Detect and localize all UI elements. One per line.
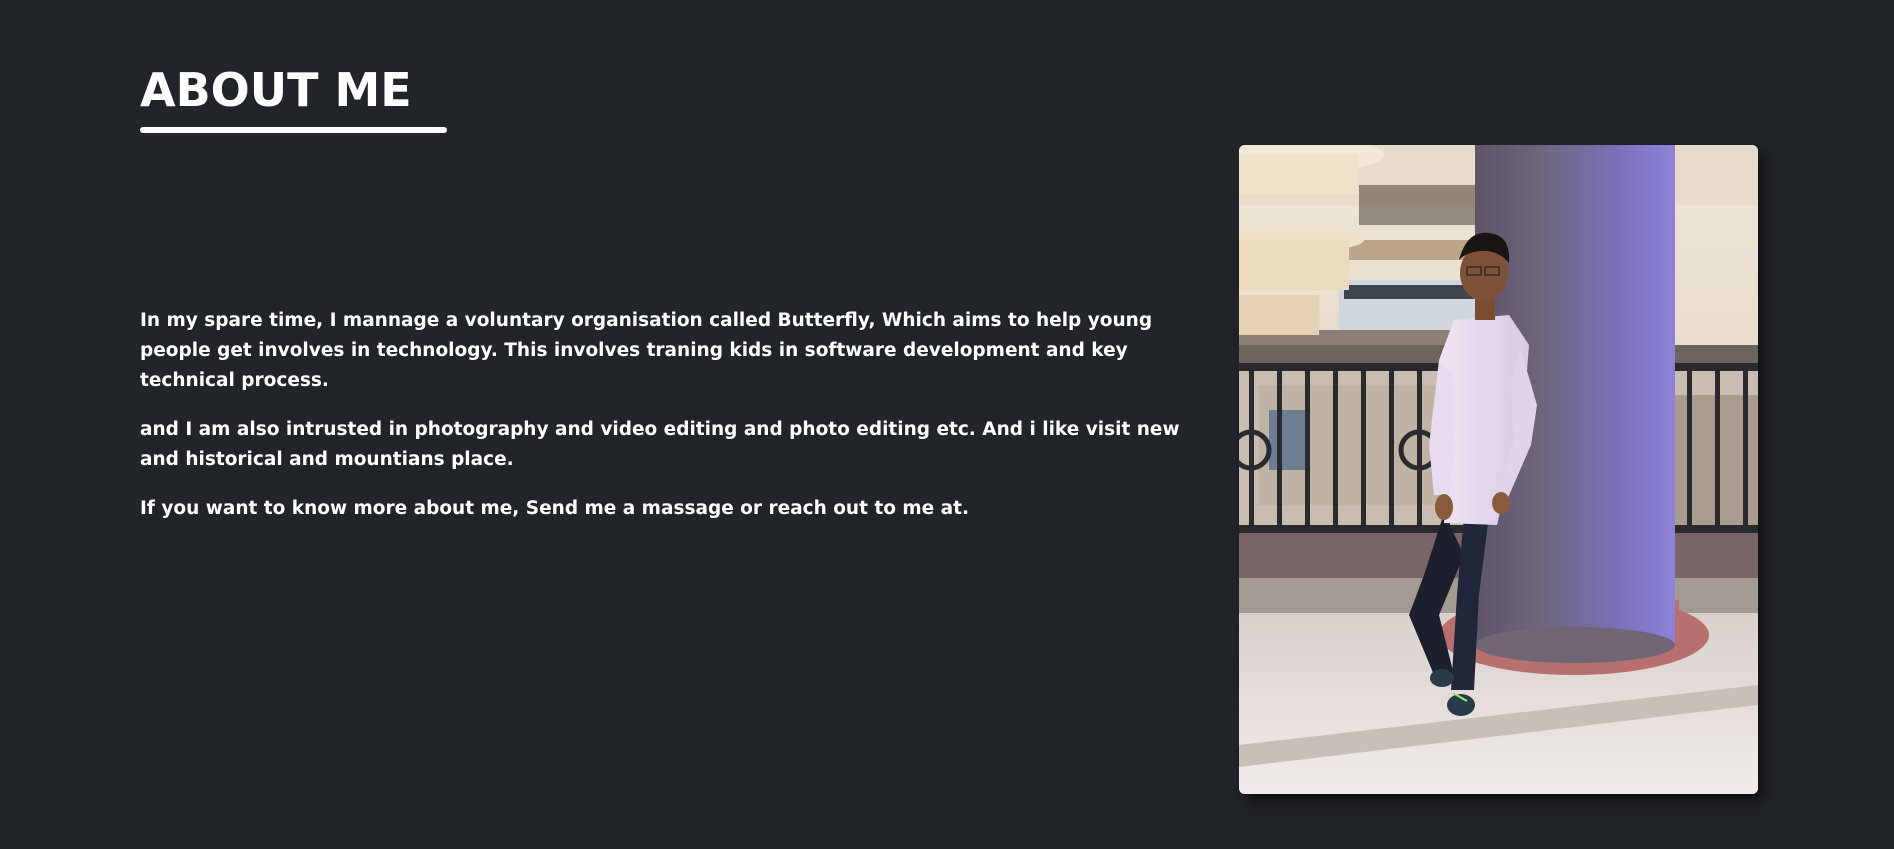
about-paragraph-2: and I am also intrusted in photography a… <box>140 419 1180 470</box>
heading-wrap: ABOUT ME <box>140 58 412 122</box>
profile-photo <box>1239 145 1758 794</box>
title-underline <box>140 127 447 133</box>
about-paragraph-1: In my spare time, I mannage a voluntary … <box>140 310 1153 391</box>
profile-photo-image <box>1239 145 1758 794</box>
about-text: In my spare time, I mannage a voluntary … <box>140 306 1220 543</box>
about-paragraph-3: If you want to know more about me, Send … <box>140 498 969 519</box>
page-title: ABOUT ME <box>140 63 412 117</box>
about-section: ABOUT ME In my spare time, I mannage a v… <box>0 0 1894 849</box>
